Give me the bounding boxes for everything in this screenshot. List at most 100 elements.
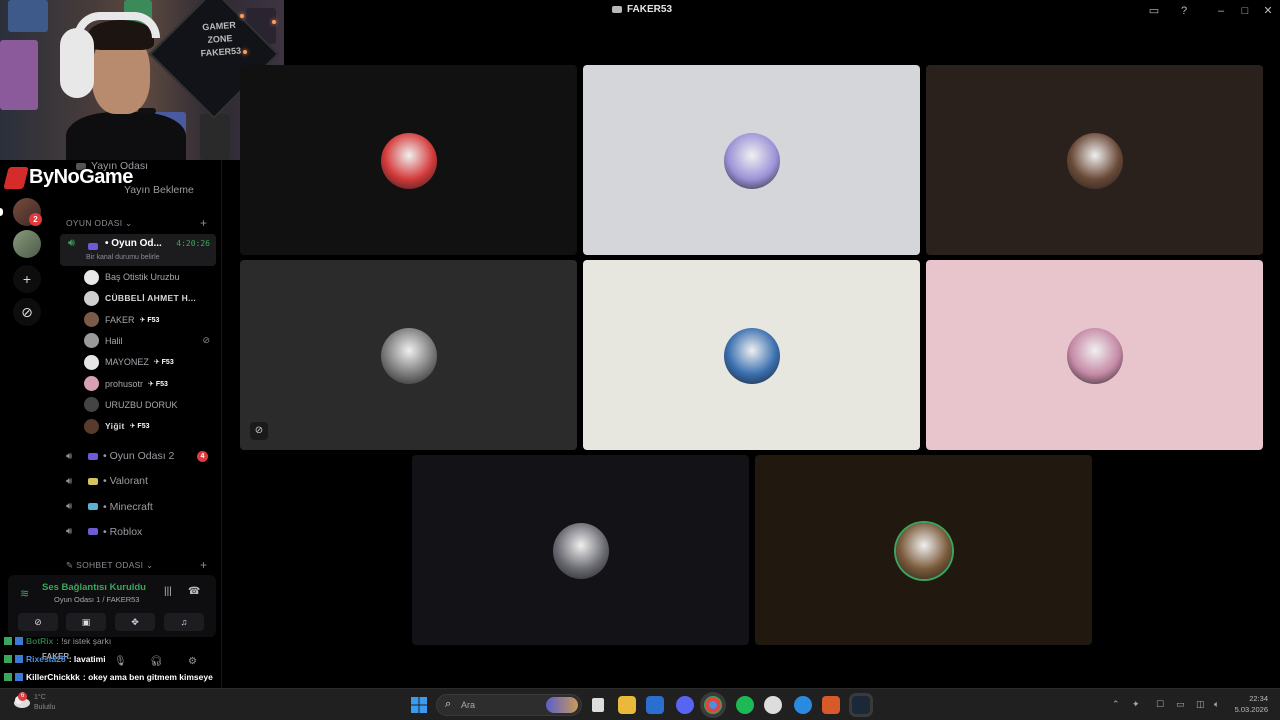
- add-channel-icon[interactable]: +: [200, 216, 207, 230]
- user-name: Halil: [105, 335, 123, 346]
- voice-connection-panel: ≋ Ses Bağlantısı Kuruldu Oyun Odası 1 / …: [8, 575, 216, 637]
- chat-message: KillerChickkk: okey ama ben gitmem kimse…: [4, 672, 213, 682]
- noise-suppression-icon[interactable]: |||: [164, 586, 172, 597]
- video-tile[interactable]: [240, 65, 577, 255]
- headphones: [60, 28, 94, 98]
- tag-icon: ✈: [148, 380, 156, 388]
- speaker-icon: 🔊︎: [66, 501, 73, 513]
- edge-icon[interactable]: [794, 696, 812, 714]
- store-icon[interactable]: [646, 696, 664, 714]
- voice-user[interactable]: Halil ⊘: [84, 331, 216, 351]
- screen-share-button[interactable]: ▣: [66, 613, 106, 631]
- active-channel-name: • Oyun Od...: [105, 238, 162, 249]
- signal-icon[interactable]: ≋: [20, 587, 29, 600]
- channel-emoji-icon: [88, 528, 98, 536]
- tray-expand-icon[interactable]: ⌃: [1112, 699, 1120, 710]
- streamer-shirt: [66, 112, 186, 160]
- obs-icon[interactable]: [764, 696, 782, 714]
- chrome-icon[interactable]: [704, 696, 722, 714]
- file-explorer-icon[interactable]: [618, 696, 636, 714]
- weather-text[interactable]: 1°C Bulutlu: [34, 693, 55, 713]
- video-tile[interactable]: [412, 455, 749, 645]
- participant-avatar: [381, 133, 437, 189]
- discord-icon[interactable]: [676, 696, 694, 714]
- user-name: URUZBU DORUK: [105, 399, 178, 410]
- disconnect-icon[interactable]: ☎: [188, 586, 200, 597]
- channel-status[interactable]: Bir kanal durumu belirle: [86, 254, 160, 261]
- video-tile[interactable]: [755, 455, 1092, 645]
- category-oyun-odasi[interactable]: OYUN ODASI ⌄: [66, 218, 132, 229]
- channel-emoji-icon: [88, 452, 98, 460]
- help-icon[interactable]: ?: [1176, 3, 1192, 19]
- add-server-icon[interactable]: +: [13, 265, 41, 293]
- voice-user[interactable]: Baş Otistik Uruzbu: [84, 267, 216, 287]
- voice-connected-label[interactable]: Ses Bağlantısı Kuruldu: [42, 582, 146, 593]
- video-tile[interactable]: ⊘: [240, 260, 577, 450]
- app-icon[interactable]: [822, 696, 840, 714]
- spotify-icon[interactable]: [736, 696, 754, 714]
- speaker-icon: 🔊︎: [66, 450, 73, 462]
- soundboard-button[interactable]: ♫: [164, 613, 204, 631]
- participant-avatar: [553, 523, 609, 579]
- voice-user[interactable]: FAKER ✈ F53: [84, 310, 216, 330]
- network-icon[interactable]: ◫: [1196, 699, 1205, 710]
- microphone-icon[interactable]: 🎙︎: [114, 656, 127, 667]
- user-name: Yiğit: [105, 421, 125, 432]
- close-button[interactable]: ✕: [1260, 3, 1276, 19]
- server-avatar-2[interactable]: [13, 230, 41, 258]
- inbox-icon[interactable]: ▭: [1146, 3, 1162, 19]
- chat-badge-icon: [15, 673, 23, 681]
- voice-user[interactable]: CÜBBELİ AHMET H...: [84, 288, 216, 308]
- start-icon[interactable]: [410, 696, 428, 714]
- search-icon: ⌕: [445, 698, 452, 710]
- search-placeholder: Ara: [461, 700, 476, 710]
- user-tag: ✈ F53: [154, 358, 174, 366]
- speaker-icon: 🔊︎: [66, 526, 73, 538]
- activities-button[interactable]: ✥: [115, 613, 155, 631]
- minimize-button[interactable]: –: [1213, 3, 1229, 19]
- tag-text: F53: [137, 423, 150, 431]
- weather-condition: Bulutlu: [34, 704, 56, 711]
- taskbar-search[interactable]: ⌕ Ara: [436, 694, 582, 716]
- explore-icon[interactable]: ⊘: [13, 298, 41, 326]
- add-channel-icon[interactable]: +: [200, 558, 207, 572]
- volume-icon[interactable]: 🔈︎: [1214, 699, 1219, 710]
- voice-channel[interactable]: 🔊︎ • Oyun Odası 2 4: [60, 444, 216, 468]
- category-sohbet-odasi[interactable]: ✎ SOHBET ODASI ⌄: [66, 560, 153, 571]
- tray-icon[interactable]: ☐: [1156, 699, 1164, 710]
- voice-channel[interactable]: 🔊︎ • Minecraft: [60, 495, 216, 519]
- user-name: Baş Otistik Uruzbu: [105, 272, 180, 282]
- chat-username: Rixesta28: [26, 654, 66, 664]
- voice-user[interactable]: URUZBU DORUK: [84, 395, 216, 415]
- voice-user[interactable]: Yiğit ✈ F53: [84, 416, 216, 436]
- video-tile[interactable]: [583, 65, 920, 255]
- clock-date: 5.03.2026: [1234, 705, 1268, 714]
- speaker-icon: 🔊︎: [68, 237, 75, 249]
- voice-channel[interactable]: 🔊︎ • Roblox: [60, 520, 216, 544]
- maximize-button[interactable]: □: [1237, 3, 1253, 19]
- voice-user[interactable]: prohusotr ✈ F53: [84, 374, 216, 394]
- participant-avatar: [1067, 133, 1123, 189]
- chat-message: BotRix: !sr istek şarkı: [4, 636, 111, 646]
- steam-icon[interactable]: [852, 696, 870, 714]
- channel-emoji-icon: [88, 477, 98, 485]
- server-badge: 2: [29, 213, 42, 226]
- settings-icon[interactable]: ⚙: [188, 656, 197, 667]
- clock[interactable]: 22:34 5.03.2026: [1228, 693, 1268, 715]
- user-avatar: [84, 333, 99, 349]
- video-tile[interactable]: [926, 65, 1263, 255]
- voice-channel[interactable]: 🔊︎ • Valorant: [60, 469, 216, 493]
- voice-location[interactable]: Oyun Odası 1 / FAKER53: [54, 595, 139, 604]
- tray-icon[interactable]: ▭: [1176, 699, 1185, 710]
- tray-app-icon[interactable]: ✦: [1132, 699, 1140, 710]
- channel-name: • Minecraft: [103, 500, 153, 513]
- video-tile[interactable]: [583, 260, 920, 450]
- camera-off-button[interactable]: ⊘: [18, 613, 58, 631]
- server-icon: [612, 6, 622, 13]
- video-tile[interactable]: [926, 260, 1263, 450]
- weather-temp: 1°C: [34, 694, 46, 701]
- active-voice-channel[interactable]: 🔊︎ • Oyun Od... 4:20:26 Bir kanal durumu…: [60, 234, 216, 266]
- task-view-icon[interactable]: [592, 698, 604, 712]
- voice-user[interactable]: MAYONEZ ✈ F53: [84, 352, 216, 372]
- headphones-icon[interactable]: 🎧︎: [150, 656, 163, 667]
